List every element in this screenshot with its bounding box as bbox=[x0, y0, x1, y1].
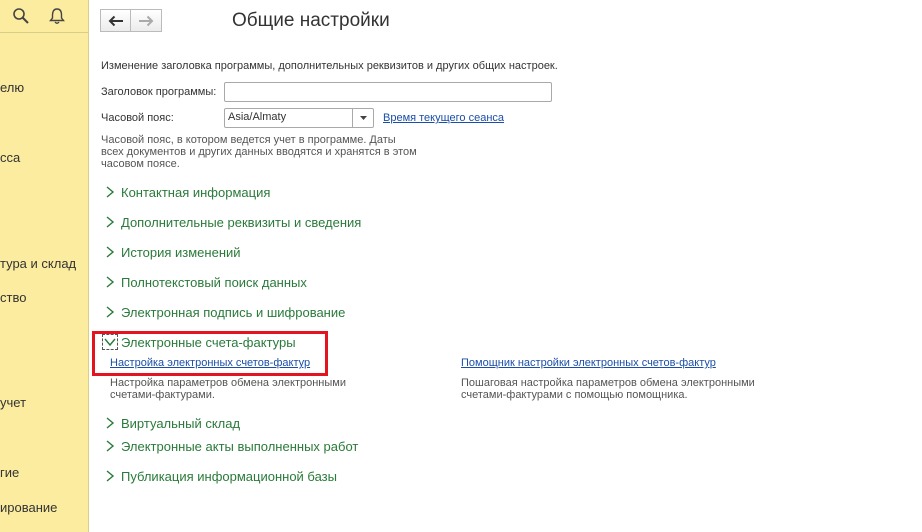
sidebar-item[interactable]: елю bbox=[0, 80, 24, 95]
chevron-right-icon bbox=[106, 186, 115, 198]
chevron-right-icon bbox=[106, 276, 115, 288]
back-arrow-icon bbox=[108, 15, 123, 26]
page-description: Изменение заголовка программы, дополните… bbox=[101, 60, 558, 72]
forward-arrow-icon bbox=[139, 15, 154, 26]
sidebar-item[interactable]: учет bbox=[0, 395, 26, 410]
forward-button[interactable] bbox=[131, 9, 162, 32]
chevron-right-icon bbox=[106, 470, 115, 482]
search-icon[interactable] bbox=[12, 7, 30, 25]
chevron-right-icon bbox=[106, 246, 115, 258]
sidebar-item[interactable]: гие bbox=[0, 465, 19, 480]
dropdown-arrow-icon[interactable] bbox=[352, 109, 373, 127]
group-change-history[interactable]: История изменений bbox=[104, 244, 241, 260]
app-title-input[interactable] bbox=[224, 82, 552, 102]
chevron-right-icon bbox=[106, 440, 115, 452]
back-button[interactable] bbox=[100, 9, 131, 32]
e-invoice-wizard-link[interactable]: Помощник настройки электронных счетов-фа… bbox=[461, 357, 716, 369]
chevron-right-icon bbox=[106, 306, 115, 318]
timezone-select[interactable]: Asia/Almaty bbox=[224, 108, 374, 128]
highlight-frame bbox=[92, 331, 328, 376]
group-publish-infobase[interactable]: Публикация информационной базы bbox=[104, 468, 337, 484]
chevron-right-icon bbox=[106, 216, 115, 228]
session-time-link[interactable]: Время текущего сеанса bbox=[383, 112, 504, 124]
sidebar-item[interactable]: ирование bbox=[0, 500, 57, 515]
main-content: Общие настройки Изменение заголовка прог… bbox=[90, 0, 922, 532]
sidebar: елю сса тура и склад ство учет гие ирова… bbox=[0, 0, 89, 532]
timezone-label: Часовой пояс: bbox=[101, 112, 174, 124]
sidebar-toolbar bbox=[0, 0, 89, 33]
group-virtual-warehouse[interactable]: Виртуальный склад bbox=[104, 415, 240, 431]
sidebar-item[interactable]: тура и склад bbox=[0, 256, 76, 271]
bell-icon[interactable] bbox=[48, 7, 66, 25]
app-title-label: Заголовок программы: bbox=[101, 86, 217, 98]
group-fulltext-search[interactable]: Полнотекстовый поиск данных bbox=[104, 274, 307, 290]
chevron-right-icon bbox=[106, 417, 115, 429]
timezone-hint: Часовой пояс, в котором ведется учет в п… bbox=[101, 134, 417, 170]
e-invoice-settings-hint: Настройка параметров обмена электронными… bbox=[110, 377, 346, 401]
sidebar-item[interactable]: ство bbox=[0, 290, 26, 305]
timezone-value: Asia/Almaty bbox=[228, 111, 287, 123]
group-additional-attributes[interactable]: Дополнительные реквизиты и сведения bbox=[104, 214, 361, 230]
group-digital-signature[interactable]: Электронная подпись и шифрование bbox=[104, 304, 345, 320]
group-e-acts[interactable]: Электронные акты выполненных работ bbox=[104, 438, 358, 454]
sidebar-item[interactable]: сса bbox=[0, 150, 20, 165]
group-contact-info[interactable]: Контактная информация bbox=[104, 184, 270, 200]
e-invoice-wizard-hint: Пошаговая настройка параметров обмена эл… bbox=[461, 377, 755, 401]
page-title: Общие настройки bbox=[232, 10, 390, 31]
navigation-buttons bbox=[100, 9, 162, 32]
